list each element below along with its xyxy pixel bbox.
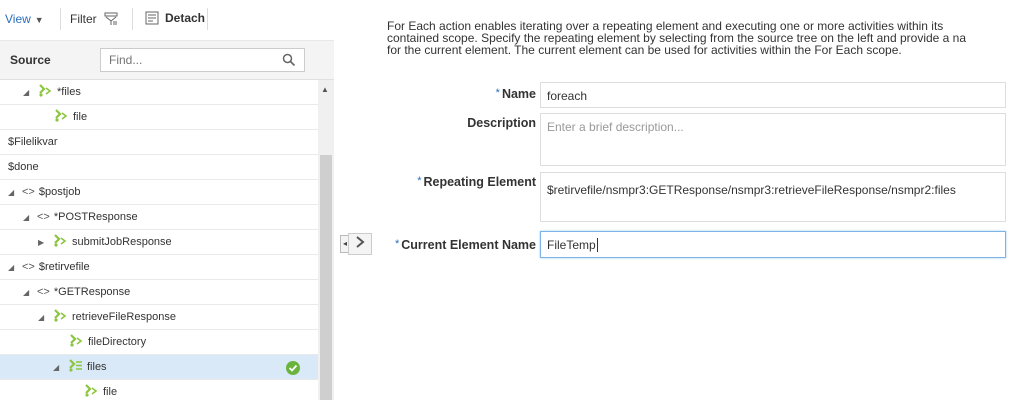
tree-row-label: retrieveFileResponse: [72, 311, 176, 323]
source-tree: ◢ *files file $Filelikvar $done ◢ <> $postjob ◢ <…: [0, 80, 318, 400]
angle-brackets-icon: <>: [37, 286, 50, 298]
tree-row[interactable]: ◢ <> $postjob: [0, 180, 318, 205]
tree-row-label: $postjob: [38, 186, 81, 198]
filter-icon: [104, 12, 118, 25]
required-marker: *: [394, 238, 400, 250]
angle-brackets-icon: <>: [37, 211, 50, 223]
expand-toggle-icon[interactable]: ◢: [23, 281, 33, 305]
search-icon[interactable]: [282, 53, 296, 67]
tree-row[interactable]: ◢ <> *GETResponse: [0, 280, 318, 305]
map-to-field-button[interactable]: [348, 233, 372, 255]
tree-row[interactable]: ◢ <> $retirvefile: [0, 255, 318, 280]
tree-row-label: file: [103, 386, 118, 398]
element-icon: [83, 382, 99, 400]
toolbar-divider: [132, 8, 133, 30]
current-element-name-value: FileTemp: [547, 238, 596, 252]
foreach-description: For Each action enables iterating over a…: [387, 20, 1009, 56]
toolbar-divider: [207, 8, 208, 30]
filter-button[interactable]: Filter: [70, 12, 118, 26]
expand-toggle-icon[interactable]: ◢: [53, 356, 63, 380]
source-header: Source: [0, 40, 334, 80]
tree-row[interactable]: $Filelikvar: [0, 130, 318, 155]
expand-toggle-icon[interactable]: ◢: [8, 256, 18, 280]
tree-row[interactable]: file: [0, 105, 318, 130]
expand-toggle-icon[interactable]: ◢: [38, 306, 48, 330]
text-cursor: [596, 238, 598, 252]
angle-brackets-icon: <>: [22, 261, 35, 273]
tree-row[interactable]: file: [0, 380, 318, 400]
element-icon: [37, 82, 53, 106]
expand-toggle-icon[interactable]: ◢: [23, 206, 33, 230]
tree-row[interactable]: ◢ files: [0, 355, 318, 380]
current-element-name-label-text: Current Element Name: [401, 238, 536, 252]
view-menu-label: View: [5, 12, 31, 26]
source-label: Source: [10, 53, 51, 67]
description-line: for the current element. The current ele…: [387, 43, 902, 56]
tree-scrollbar[interactable]: ▲: [318, 80, 334, 400]
name-field[interactable]: foreach: [540, 82, 1006, 108]
source-toolbar: View ▼ Filter Detach: [0, 0, 334, 40]
tree-row[interactable]: ◢ <> *POSTResponse: [0, 205, 318, 230]
tree-row-label: files: [87, 361, 107, 373]
source-panel: View▼ Filter Detach Source ◢*filesfi: [0, 0, 334, 400]
required-marker: *: [495, 87, 500, 99]
tree-row[interactable]: ◢ retrieveFileResponse: [0, 305, 318, 330]
repeating-element-label-text: Repeating Element: [423, 175, 536, 189]
element-icon: [53, 107, 69, 131]
tree-row-label: *files: [57, 86, 81, 98]
detach-button[interactable]: Detach: [145, 11, 205, 25]
current-element-name-label: * Current Element Name: [380, 238, 536, 252]
tree-row-label: fileDirectory: [88, 336, 147, 348]
name-label: * Name: [440, 87, 536, 101]
scrollbar-thumb[interactable]: [320, 155, 332, 400]
expand-toggle-icon[interactable]: ◢: [23, 81, 33, 105]
repeating-element-label: * Repeating Element: [395, 175, 536, 189]
caret-down-icon: ▼: [34, 15, 44, 25]
required-marker: *: [417, 175, 422, 187]
description-field[interactable]: Enter a brief description...: [540, 113, 1006, 166]
tree-row-label: submitJobResponse: [72, 236, 172, 248]
tree-row[interactable]: ▶ submitJobResponse: [0, 230, 318, 255]
scroll-up-arrow-icon[interactable]: ▲: [321, 85, 329, 94]
angle-brackets-icon: <>: [22, 186, 35, 198]
element-icon: [52, 307, 68, 331]
tree-row[interactable]: fileDirectory: [0, 330, 318, 355]
element-icon: [68, 332, 84, 356]
repeating-element-field[interactable]: $retirvefile/nsmpr3:GETResponse/nsmpr3:r…: [540, 172, 1006, 222]
toolbar-divider: [60, 8, 61, 30]
detach-label: Detach: [165, 11, 206, 25]
collapse-toggle-icon[interactable]: ▶: [38, 231, 48, 255]
view-menu[interactable]: View ▼: [5, 12, 44, 26]
tree-row[interactable]: ◢ *files: [0, 80, 318, 105]
tree-row[interactable]: $done: [0, 155, 318, 180]
filter-label: Filter: [70, 12, 97, 26]
chevron-right-icon: [356, 236, 365, 248]
tree-row-label: $done: [8, 161, 39, 173]
name-label-text: Name: [501, 87, 536, 101]
current-element-name-field[interactable]: FileTemp: [540, 231, 1006, 258]
tree-row-label: $Filelikvar: [8, 136, 58, 148]
tree-row-label: $retirvefile: [38, 261, 90, 273]
tree-row-label: *GETResponse: [53, 286, 131, 298]
repeating-element-icon: [67, 357, 83, 381]
detach-icon: [145, 11, 159, 25]
search-input[interactable]: [100, 48, 305, 72]
tree-row-label: file: [73, 111, 88, 123]
element-icon: [52, 232, 68, 256]
tree-row-label: *POSTResponse: [53, 211, 138, 223]
expand-toggle-icon[interactable]: ◢: [8, 181, 18, 205]
description-label: Description: [467, 116, 536, 130]
